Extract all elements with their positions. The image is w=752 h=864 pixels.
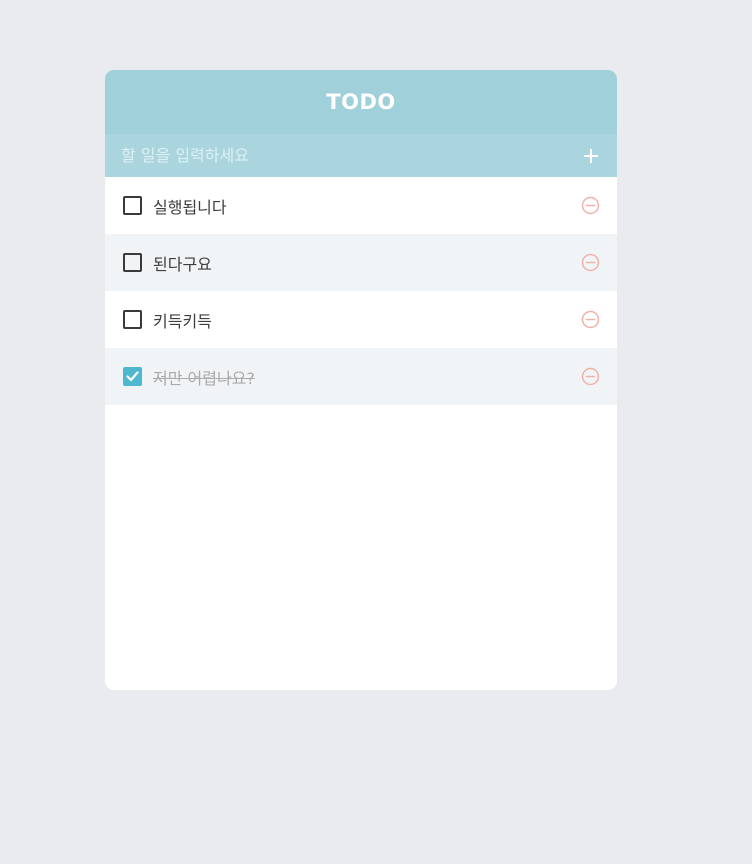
todo-item: 저만 어렵나요? bbox=[105, 348, 617, 405]
remove-button[interactable] bbox=[580, 196, 600, 216]
app-header: TODO bbox=[105, 70, 617, 134]
todo-item: 된다구요 bbox=[105, 234, 617, 291]
remove-button[interactable] bbox=[580, 253, 600, 273]
app-title: TODO bbox=[326, 90, 396, 114]
input-bar bbox=[105, 134, 617, 177]
todo-input[interactable] bbox=[121, 146, 577, 165]
todo-checkbox[interactable] bbox=[123, 196, 142, 215]
todo-checkbox[interactable] bbox=[123, 310, 142, 329]
minus-circle-icon bbox=[581, 253, 599, 272]
minus-circle-icon bbox=[581, 367, 599, 386]
check-icon bbox=[126, 371, 139, 382]
plus-icon bbox=[584, 148, 598, 163]
todo-text: 키득키득 bbox=[153, 311, 212, 331]
todo-item: 키득키득 bbox=[105, 291, 617, 348]
todo-list: 실행됩니다 된다구요 키득키득 저만 어렵나요? bbox=[105, 177, 617, 405]
todo-text: 실행됩니다 bbox=[153, 197, 227, 217]
todo-text: 된다구요 bbox=[153, 254, 212, 274]
todo-checkbox[interactable] bbox=[123, 367, 142, 386]
todo-item: 실행됩니다 bbox=[105, 177, 617, 234]
todo-app: TODO 실행됩니다 된다구요 bbox=[105, 70, 617, 690]
todo-text: 저만 어렵나요? bbox=[153, 368, 255, 388]
minus-circle-icon bbox=[581, 196, 599, 215]
add-button[interactable] bbox=[577, 142, 605, 170]
minus-circle-icon bbox=[581, 310, 599, 329]
todo-checkbox[interactable] bbox=[123, 253, 142, 272]
remove-button[interactable] bbox=[580, 310, 600, 330]
remove-button[interactable] bbox=[580, 367, 600, 387]
